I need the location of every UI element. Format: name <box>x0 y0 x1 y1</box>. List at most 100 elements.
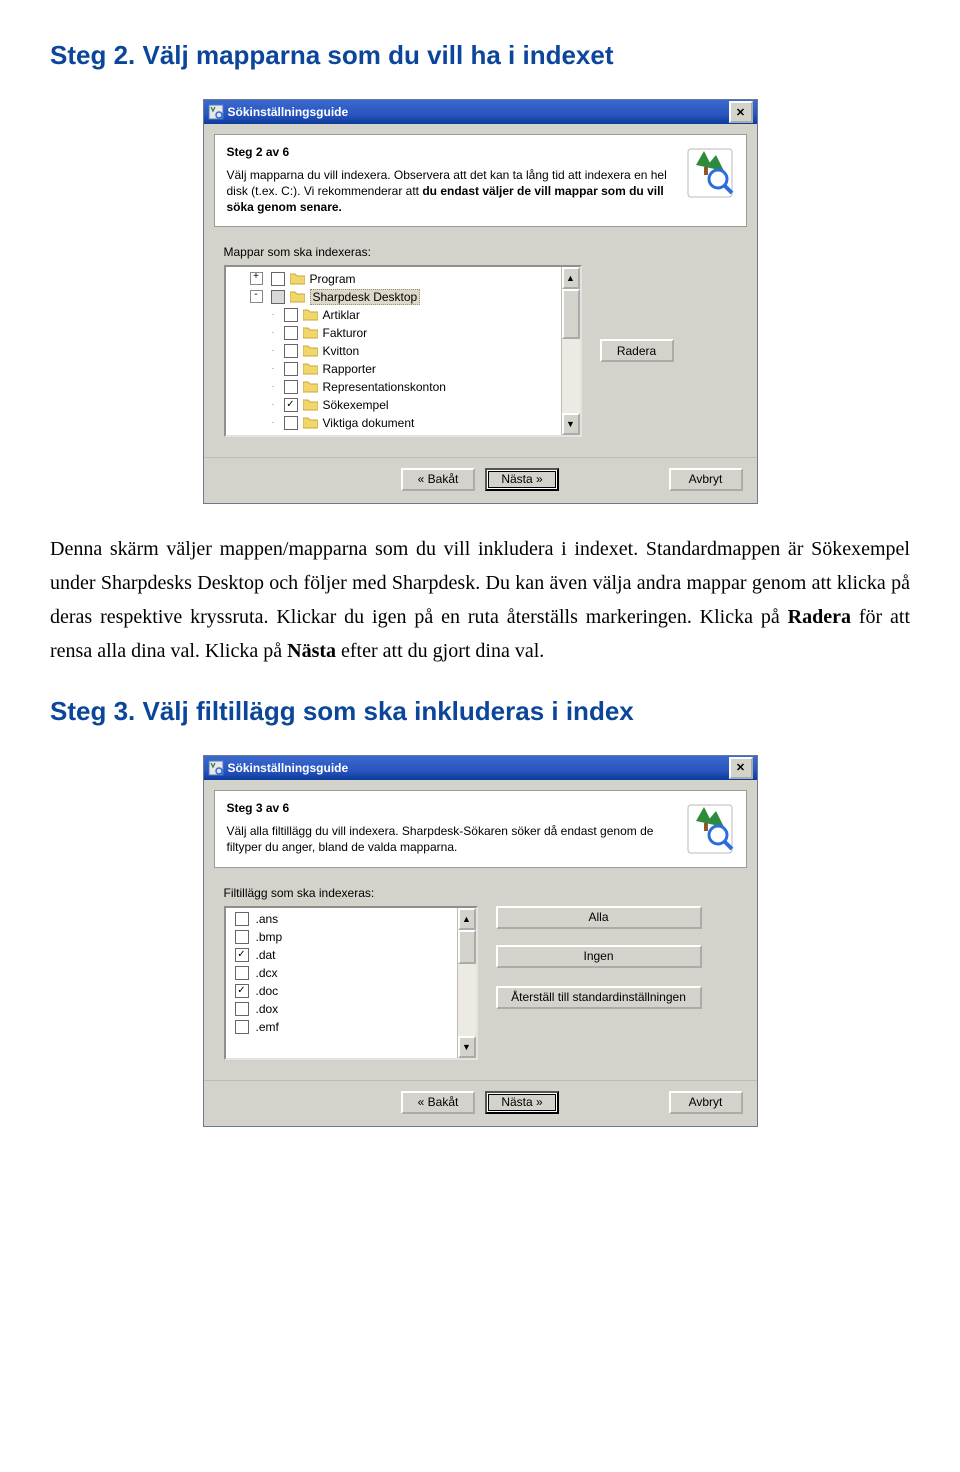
wizard-icon <box>686 145 734 201</box>
tree-label: Viktiga dokument <box>323 416 415 430</box>
tree-label: Rapporter <box>323 362 376 376</box>
checkbox[interactable] <box>235 966 249 980</box>
step-number: Steg 3 av 6 <box>227 801 672 815</box>
tree-item-viktiga-dokument[interactable]: · Viktiga dokument <box>228 414 578 432</box>
checkbox[interactable]: ✓ <box>284 398 298 412</box>
list-item[interactable]: .dcx <box>228 964 474 982</box>
ext-label: .ans <box>256 912 279 926</box>
tree-label: Kvitton <box>323 344 360 358</box>
tree-item-representationskonton[interactable]: · Representationskonton <box>228 378 578 396</box>
back-button[interactable]: « Bakåt <box>401 1091 475 1114</box>
para-part: efter att du gjort dina val. <box>336 640 544 662</box>
tree-connector: · <box>268 327 279 338</box>
folder-icon <box>303 308 318 321</box>
wizard-dialog-step2: Sökinställningsguide ✕ Steg 2 av 6 Välj … <box>203 99 758 504</box>
close-icon[interactable]: ✕ <box>729 757 753 779</box>
next-button[interactable]: Nästa » <box>485 1091 559 1114</box>
dialog-footer: « Bakåt Nästa » Avbryt <box>204 1080 757 1126</box>
cancel-button[interactable]: Avbryt <box>669 468 743 491</box>
tree-label: Representationskonton <box>323 380 446 394</box>
list-item[interactable]: .bmp <box>228 928 474 946</box>
list-item[interactable]: .dox <box>228 1000 474 1018</box>
scroll-up-icon[interactable]: ▲ <box>458 908 476 930</box>
list-item[interactable]: .emf <box>228 1018 474 1036</box>
back-button[interactable]: « Bakåt <box>401 468 475 491</box>
tree-connector: · <box>268 399 279 410</box>
checkbox[interactable] <box>284 326 298 340</box>
list-item[interactable]: ✓ .doc <box>228 982 474 1000</box>
checkbox[interactable] <box>235 1002 249 1016</box>
extensions-label: Filtillägg som ska indexeras: <box>224 886 741 900</box>
tree-item-sharpdesk-desktop[interactable]: - Sharpdesk Desktop <box>228 288 578 306</box>
tree-label: Artiklar <box>323 308 360 322</box>
ext-label: .doc <box>256 984 279 998</box>
all-button[interactable]: Alla <box>496 906 702 929</box>
checkbox[interactable] <box>235 930 249 944</box>
checkbox[interactable]: ✓ <box>235 948 249 962</box>
wizard-dialog-step3: Sökinställningsguide ✕ Steg 3 av 6 Välj … <box>203 755 758 1127</box>
next-button[interactable]: Nästa » <box>485 468 559 491</box>
para-part: Denna skärm väljer mappen/mapparna som d… <box>50 538 910 628</box>
tree-label: Fakturor <box>323 326 368 340</box>
step2-heading: Steg 2. Välj mapparna som du vill ha i i… <box>50 40 910 71</box>
close-icon[interactable]: ✕ <box>729 101 753 123</box>
checkbox[interactable] <box>284 416 298 430</box>
list-item[interactable]: ✓ .dat <box>228 946 474 964</box>
checkbox[interactable] <box>235 912 249 926</box>
scroll-thumb[interactable] <box>562 289 580 339</box>
extensions-list[interactable]: .ans .bmp ✓ .dat .dcx <box>224 906 478 1060</box>
checkbox[interactable] <box>271 290 285 304</box>
tree-item-artiklar[interactable]: · Artiklar <box>228 306 578 324</box>
delete-button[interactable]: Radera <box>600 339 674 362</box>
none-button[interactable]: Ingen <box>496 945 702 968</box>
checkbox[interactable] <box>284 344 298 358</box>
checkbox[interactable] <box>284 380 298 394</box>
folders-label: Mappar som ska indexeras: <box>224 245 741 259</box>
folder-icon <box>303 398 318 411</box>
checkbox[interactable] <box>271 272 285 286</box>
tree-item-kvitton[interactable]: · Kvitton <box>228 342 578 360</box>
para-bold-radera: Radera <box>788 606 851 628</box>
tree-label: Program <box>310 272 356 286</box>
dialog-title: Sökinställningsguide <box>228 105 729 119</box>
folder-icon <box>290 290 305 303</box>
folders-tree[interactable]: + Program - Sharpdesk Desktop <box>224 265 582 437</box>
folder-icon <box>303 416 318 429</box>
tree-item-fakturor[interactable]: · Fakturor <box>228 324 578 342</box>
ext-label: .bmp <box>256 930 283 944</box>
scrollbar[interactable]: ▲ ▼ <box>561 267 580 435</box>
tree-item-rapporter[interactable]: · Rapporter <box>228 360 578 378</box>
tree-connector: · <box>268 381 279 392</box>
folder-icon <box>303 344 318 357</box>
expander-icon[interactable]: + <box>250 272 263 285</box>
step-description: Välj mapparna du vill indexera. Observer… <box>227 167 672 216</box>
step-header: Steg 2 av 6 Välj mapparna du vill indexe… <box>214 134 747 227</box>
list-item[interactable]: .ans <box>228 910 474 928</box>
tree-item-sokexempel[interactable]: · ✓ Sökexempel <box>228 396 578 414</box>
scroll-down-icon[interactable]: ▼ <box>562 413 580 435</box>
ext-label: .emf <box>256 1020 279 1034</box>
tree-connector: · <box>268 309 279 320</box>
scroll-down-icon[interactable]: ▼ <box>458 1036 476 1058</box>
checkbox[interactable] <box>284 362 298 376</box>
scrollbar[interactable]: ▲ ▼ <box>457 908 476 1058</box>
checkbox[interactable]: ✓ <box>235 984 249 998</box>
scroll-thumb[interactable] <box>458 930 476 964</box>
tree-label: Sharpdesk Desktop <box>310 289 421 305</box>
dialog-footer: « Bakåt Nästa » Avbryt <box>204 457 757 503</box>
titlebar[interactable]: Sökinställningsguide ✕ <box>204 756 757 780</box>
folder-icon <box>303 326 318 339</box>
titlebar[interactable]: Sökinställningsguide ✕ <box>204 100 757 124</box>
reset-button[interactable]: Återställ till standardinställningen <box>496 986 702 1009</box>
tree-connector: · <box>268 345 279 356</box>
step2-paragraph: Denna skärm väljer mappen/mapparna som d… <box>50 532 910 668</box>
scroll-up-icon[interactable]: ▲ <box>562 267 580 289</box>
tree-connector: · <box>268 417 279 428</box>
checkbox[interactable] <box>284 308 298 322</box>
expander-icon[interactable]: - <box>250 290 263 303</box>
app-icon <box>208 104 224 120</box>
cancel-button[interactable]: Avbryt <box>669 1091 743 1114</box>
tree-item-program[interactable]: + Program <box>228 270 578 288</box>
folder-icon <box>303 380 318 393</box>
checkbox[interactable] <box>235 1020 249 1034</box>
